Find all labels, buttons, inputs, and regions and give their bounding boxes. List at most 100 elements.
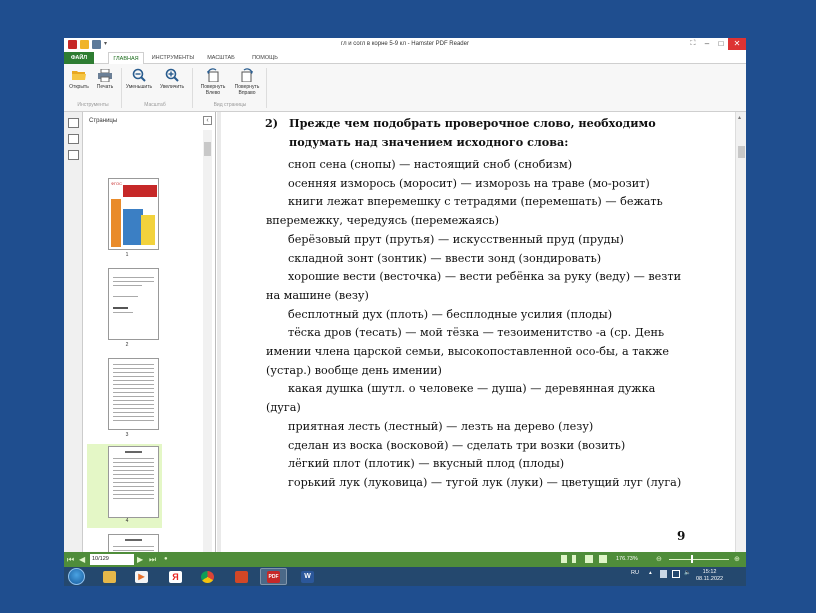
tray-arrow-icon[interactable]: ▴ [649, 570, 652, 576]
pages-panel-title: Страницы [89, 118, 118, 124]
paragraph: хорошие вести (весточка) — вести ребёнка… [266, 270, 682, 302]
page-thumbnail[interactable] [108, 268, 159, 340]
two-page-view-icon[interactable] [585, 555, 593, 563]
open-button[interactable]: Открыть [68, 68, 90, 90]
cover-book-image [123, 209, 143, 245]
thumbnail-page-number: 1 [125, 252, 129, 258]
scrollbar-thumb[interactable] [204, 142, 211, 156]
tab-tools[interactable]: ИНСТРУМЕНТЫ [150, 52, 196, 64]
thumbnail-item[interactable] [87, 532, 162, 552]
layers-panel-icon[interactable] [68, 150, 79, 160]
start-button[interactable] [68, 568, 85, 585]
last-page-icon[interactable]: ⏭ [149, 554, 156, 565]
print-button[interactable]: Печать [94, 68, 116, 90]
paragraph: книги лежат вперемешку с тетрадями (пере… [266, 195, 663, 228]
app-window: ▾ гл и согл в корне 5-9 кл - Hamster PDF… [64, 38, 746, 586]
tab-file[interactable]: ФАЙЛ [64, 52, 94, 64]
zoom-plus-icon[interactable]: ⊕ [734, 554, 740, 565]
paragraph: сделан из воска (восковой) — сделать три… [288, 438, 626, 452]
document-scrollbar[interactable]: ▴ [735, 112, 746, 552]
previous-page-icon[interactable]: ◀ [79, 554, 85, 565]
fullscreen-icon[interactable]: ⛶ [686, 38, 700, 50]
single-page-view-icon[interactable] [561, 555, 567, 563]
ribbon: Открыть Печать Инструменты Уменьшить Уве… [64, 64, 746, 112]
minimize-button[interactable]: – [700, 38, 714, 50]
page-thumbnail[interactable] [108, 534, 159, 552]
zoom-slider-knob[interactable] [691, 555, 693, 563]
taskbar-chrome[interactable] [194, 568, 221, 585]
two-page-continuous-view-icon[interactable] [599, 555, 607, 563]
clock-time: 15:12 [702, 569, 717, 575]
tab-help[interactable]: ПОМОЩЬ [248, 52, 282, 64]
yandex-icon: Я [169, 570, 182, 583]
pages-panel-icon[interactable] [68, 118, 79, 128]
maximize-button[interactable]: □ [714, 38, 728, 50]
scrollbar-thumb[interactable] [738, 146, 745, 158]
page-thumbnail[interactable] [108, 358, 159, 430]
refresh-icon[interactable]: ● [164, 554, 168, 565]
zoom-in-button[interactable]: Увеличить [157, 68, 187, 90]
zoom-minus-icon[interactable]: ⊖ [656, 554, 662, 565]
tray-network-icon[interactable] [672, 570, 680, 578]
thumbnail-page-number: 2 [125, 342, 129, 348]
pdf-page: 2) Прежде чем подобрать проверочное слов… [221, 112, 735, 552]
taskbar-yandex-browser[interactable]: Я [162, 568, 189, 585]
collapse-panel-button[interactable]: ‹ [203, 116, 212, 125]
thumbnail-item[interactable]: 2 [87, 266, 162, 352]
group-divider [121, 68, 122, 108]
zoom-out-button[interactable]: Уменьшить [124, 68, 154, 90]
window-title: гл и согл в корне 5-9 кл - Hamster PDF R… [341, 41, 469, 47]
system-clock[interactable]: 15:12 08.11.2022 [696, 569, 723, 583]
tab-home[interactable]: ГЛАВНАЯ [108, 52, 144, 64]
scroll-up-icon[interactable]: ▴ [738, 114, 741, 121]
rotate-right-button[interactable]: Повернуть Вправо [230, 68, 264, 96]
page-thumbnail[interactable] [108, 446, 159, 518]
window-controls: ⛶ – □ ✕ [686, 38, 746, 50]
thumbnails-scrollbar[interactable] [203, 130, 212, 552]
word-icon: W [301, 570, 314, 583]
thumbnail-item-selected[interactable]: 4 [87, 444, 162, 528]
tray-flag-icon[interactable] [660, 570, 667, 578]
group-view-label: Вид страницы [213, 102, 247, 108]
pages-panel: Страницы ‹ ФГОС 1 2 3 4 [83, 112, 216, 552]
language-indicator[interactable]: RU [631, 570, 639, 576]
group-scale-label: Масштаб [144, 102, 166, 108]
tab-scale[interactable]: МАСШТАБ [204, 52, 238, 64]
next-page-icon[interactable]: ▶ [137, 554, 143, 565]
page-thumbnail[interactable]: ФГОС [108, 178, 159, 250]
zoom-level: 176.73% [616, 556, 638, 562]
play-icon: ▶ [135, 570, 148, 583]
folder-icon [72, 68, 86, 82]
printer-icon [98, 68, 112, 82]
close-button[interactable]: ✕ [728, 38, 746, 50]
taskbar-hamster-pdf[interactable]: PDF [260, 568, 287, 585]
ribbon-tabs: ФАЙЛ ГЛАВНАЯ ИНСТРУМЕНТЫ МАСШТАБ ПОМОЩЬ [64, 52, 746, 64]
folder-icon [103, 570, 116, 583]
status-bar: ⏮ ◀ 10/129 ▶ ⏭ ● 176.73% ⊖ ⊕ [64, 552, 746, 567]
first-page-icon[interactable]: ⏮ [67, 554, 74, 565]
document-body: сноп сена (снопы) — настоящий сноб (сноб… [266, 156, 692, 493]
paragraph: осенняя изморось (моросит) — изморозь на… [288, 176, 650, 190]
continuous-view-icon[interactable] [572, 555, 576, 563]
thumbnail-page-number: 3 [125, 432, 129, 438]
taskbar-word[interactable]: W [294, 568, 321, 585]
bookmarks-panel-icon[interactable] [68, 134, 79, 144]
taskbar-media-player[interactable]: ▶ [128, 568, 155, 585]
document-view[interactable]: 2) Прежде чем подобрать проверочное слов… [217, 112, 735, 552]
tray-volume-icon[interactable]: 🔈 [684, 570, 691, 576]
page-number-field[interactable]: 10/129 [90, 554, 134, 565]
cover-book-image [141, 215, 155, 245]
taskbar-presentation-app[interactable] [228, 568, 255, 585]
thumbnail-item[interactable]: 3 [87, 356, 162, 442]
windows-taskbar: ▶ Я PDF W RU ▴ 🔈 15:12 08.11.2022 [64, 567, 746, 586]
cover-title-block [123, 185, 157, 197]
rotate-left-button[interactable]: Повернуть Влево [196, 68, 230, 96]
zoom-slider[interactable] [669, 559, 729, 560]
taskbar-explorer[interactable] [96, 568, 123, 585]
zoom-out-icon [132, 68, 146, 82]
rotate-right-icon [240, 68, 254, 82]
paragraph: тёска дров (тесать) — мой тёзка — тезоим… [266, 326, 669, 377]
zoom-in-icon [165, 68, 179, 82]
thumbnail-item[interactable]: ФГОС 1 [87, 176, 162, 262]
chrome-icon [201, 570, 214, 583]
